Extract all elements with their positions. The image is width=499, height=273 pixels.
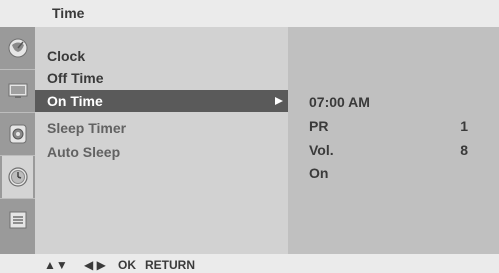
menu-item-label: Sleep Timer [47,120,127,136]
on-time-program-row[interactable]: PR 1 [288,116,499,136]
on-time-state-value: On [309,165,329,181]
return-hint: RETURN [145,258,195,272]
volume-value: 8 [460,142,468,158]
program-label: PR [309,118,329,134]
menu-list-icon[interactable] [2,199,33,241]
on-time-time-row[interactable]: 07:00 AM [288,92,499,112]
submenu-arrow-icon [275,97,283,105]
page-title: Time [52,5,85,21]
menu-item-on-time[interactable]: On Time [35,90,288,112]
menu-item-sleep-timer[interactable]: Sleep Timer [35,117,288,139]
menu-item-label: Off Time [47,70,104,86]
left-right-arrows-icon: ◀ ▶ [84,258,106,272]
category-icon-rail [0,27,35,254]
menu-item-auto-sleep[interactable]: Auto Sleep [35,141,288,163]
up-down-arrows-icon: ▲▼ [44,258,68,272]
on-time-volume-row[interactable]: Vol. 8 [288,140,499,160]
speaker-icon[interactable] [2,113,33,155]
clock-icon[interactable] [2,156,33,198]
menu-item-label: Auto Sleep [47,144,121,160]
on-time-time-value: 07:00 AM [309,94,370,110]
satellite-dish-icon[interactable] [2,27,33,69]
menu-item-clock[interactable]: Clock [35,45,288,67]
menu-item-label: Clock [47,48,86,64]
time-menu-list: Clock Off Time On Time Sleep Timer Auto … [35,27,288,254]
on-time-detail-panel: 07:00 AM PR 1 Vol. 8 On [288,27,499,254]
time-menu-osd: Time Clock Off Time On Time Sleep Timer … [0,0,499,273]
menu-item-label: On Time [47,93,103,109]
menu-item-off-time[interactable]: Off Time [35,67,288,89]
monitor-icon[interactable] [2,70,33,112]
program-value: 1 [460,118,468,134]
menu-header: Time [0,0,499,27]
on-time-state-row[interactable]: On [288,163,499,183]
navigation-help-bar: ▲▼ ◀ ▶ OK RETURN [0,254,499,273]
ok-hint: OK [118,258,136,272]
volume-label: Vol. [309,142,334,158]
